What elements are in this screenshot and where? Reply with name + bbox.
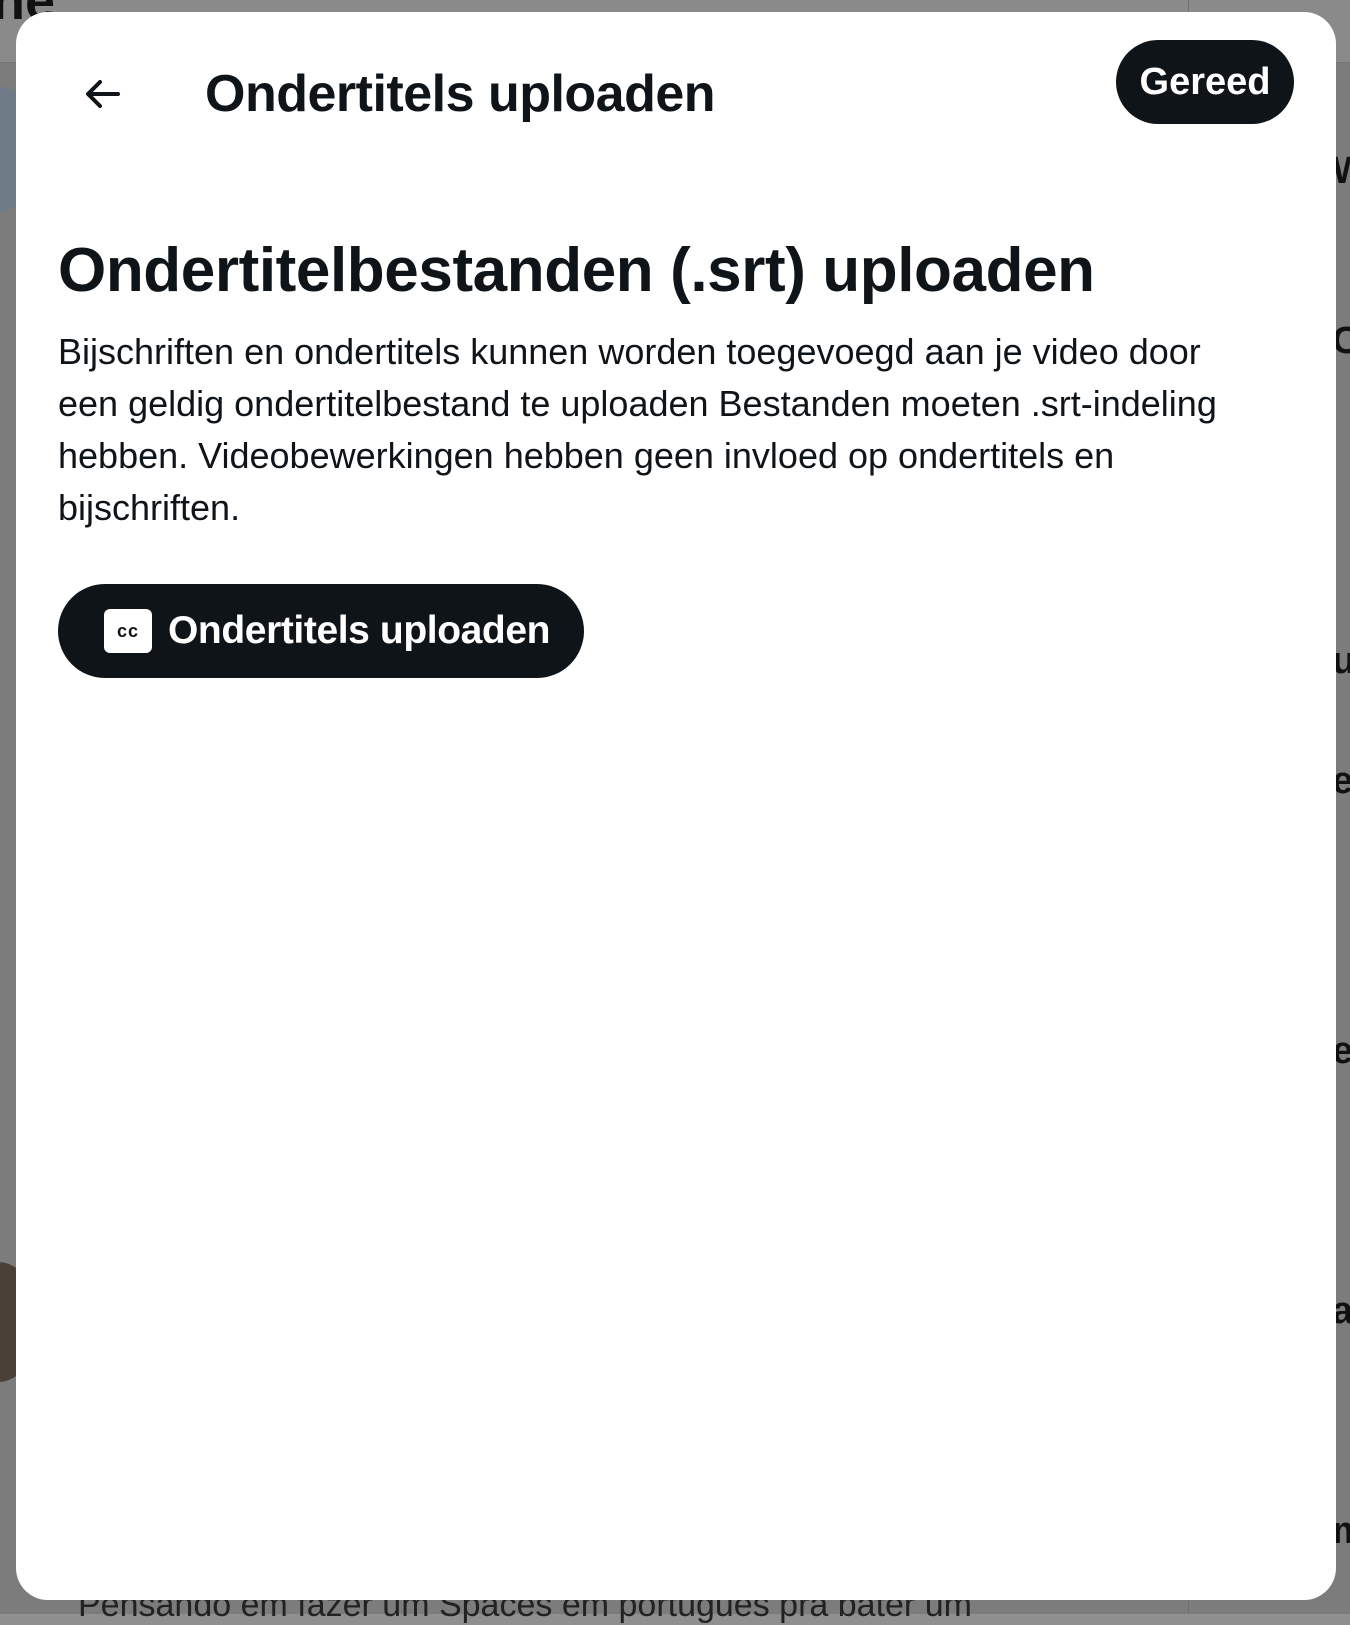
closed-captions-icon: cc <box>104 609 152 653</box>
dialog-content: Ondertitelbestanden (.srt) uploaden Bijs… <box>58 232 1298 678</box>
back-button[interactable] <box>60 52 144 136</box>
dialog-header: Ondertitels uploaden Gereed <box>16 12 1336 152</box>
done-button[interactable]: Gereed <box>1116 40 1294 124</box>
section-heading: Ondertitelbestanden (.srt) uploaden <box>58 236 1095 305</box>
description-text: Bijschriften en ondertitels kunnen worde… <box>58 331 1217 528</box>
upload-subtitles-dialog: Ondertitels uploaden Gereed Ondertitelbe… <box>16 12 1336 1600</box>
upload-subtitles-button[interactable]: cc Ondertitels uploaden <box>58 584 584 678</box>
arrow-left-icon <box>86 80 120 108</box>
dialog-title: Ondertitels uploaden <box>205 65 716 123</box>
upload-button-label: Ondertitels uploaden <box>168 609 551 652</box>
